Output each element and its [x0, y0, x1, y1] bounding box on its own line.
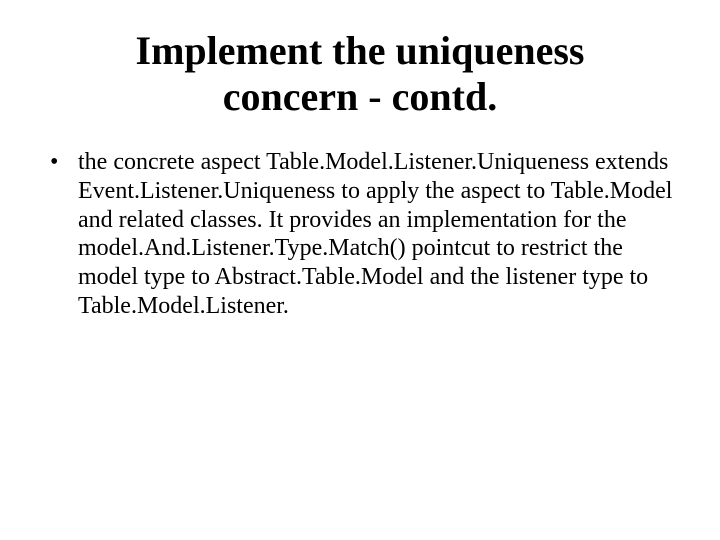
bullet-item: the concrete aspect Table.Model.Listener… [50, 148, 680, 321]
bullet-text: the concrete aspect Table.Model.Listener… [78, 149, 672, 319]
title-line-2: concern - contd. [223, 74, 497, 119]
title-line-1: Implement the uniqueness [136, 28, 585, 73]
slide: Implement the uniqueness concern - contd… [0, 0, 720, 540]
slide-body: the concrete aspect Table.Model.Listener… [40, 148, 680, 321]
slide-title: Implement the uniqueness concern - contd… [40, 28, 680, 120]
bullet-list: the concrete aspect Table.Model.Listener… [40, 148, 680, 321]
